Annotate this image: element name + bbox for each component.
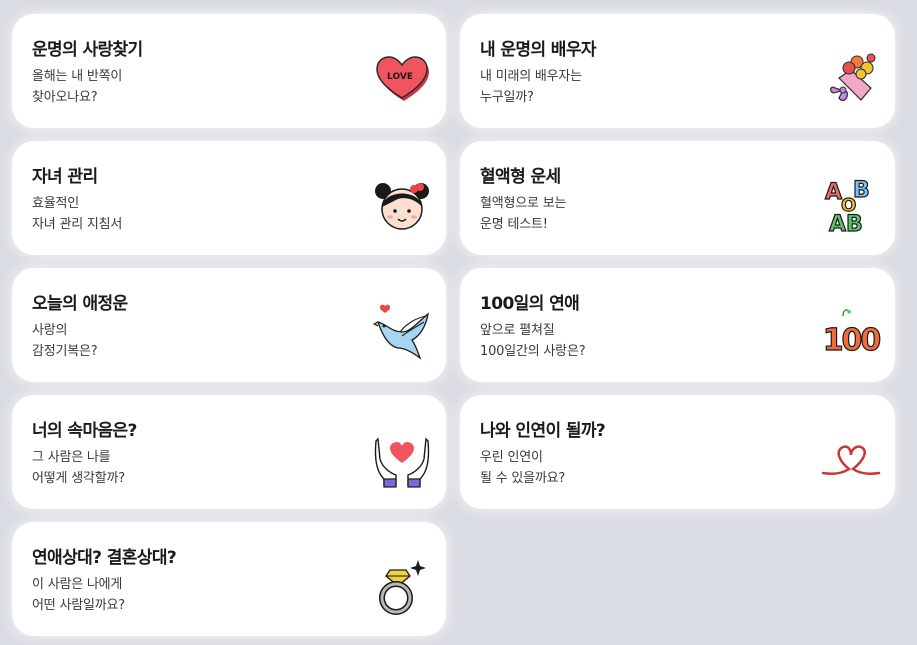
card-description: 그 사람은 나를 어떻게 생각할까? xyxy=(32,450,125,486)
card-description: 올해는 내 반쪽이 찾아오나요? xyxy=(32,69,123,105)
card-title: 혈액형 운세 xyxy=(480,167,561,187)
card-future-spouse[interactable]: 내 운명의 배우자 내 미래의 배우자는 누구일까? xyxy=(460,14,895,128)
card-title: 너의 속마음은? xyxy=(32,421,137,441)
card-title: 내 운명의 배우자 xyxy=(480,40,597,60)
love-heart-icon: LOVE xyxy=(372,48,432,108)
card-description: 내 미래의 배우자는 누구일까? xyxy=(480,69,582,105)
hundred-days-icon: 100 xyxy=(821,302,881,362)
flower-bouquet-icon xyxy=(821,48,881,108)
letter-ab: AB xyxy=(829,212,863,235)
card-description: 앞으로 펼쳐질 100일간의 사랑은? xyxy=(480,323,586,359)
fortune-card-grid: 운명의 사랑찾기 올해는 내 반쪽이 찾아오나요? LOVE 내 운명의 배우자… xyxy=(12,14,895,636)
card-inner-feelings[interactable]: 너의 속마음은? 그 사람은 나를 어떻게 생각할까? xyxy=(12,395,446,509)
card-title: 나와 인연이 될까? xyxy=(480,421,606,441)
card-love-finder[interactable]: 운명의 사랑찾기 올해는 내 반쪽이 찾아오나요? LOVE xyxy=(12,14,446,128)
card-description: 효율적인 자녀 관리 지침서 xyxy=(32,196,123,232)
card-title: 연애상대? 결혼상대? xyxy=(32,548,177,568)
card-title: 운명의 사랑찾기 xyxy=(32,40,143,60)
card-daily-love-fortune[interactable]: 오늘의 애정운 사랑의 감정기복은? xyxy=(12,268,446,382)
diamond-ring-icon xyxy=(372,556,432,616)
card-title: 100일의 연애 xyxy=(480,294,580,314)
card-hundred-days[interactable]: 100일의 연애 앞으로 펼쳐질 100일간의 사랑은? 100 xyxy=(460,268,895,382)
card-description: 이 사람은 나에게 어떤 사람일까요? xyxy=(32,577,125,613)
card-child-care[interactable]: 자녀 관리 효율적인 자녀 관리 지침서 xyxy=(12,141,446,255)
card-dating-or-marriage[interactable]: 연애상대? 결혼상대? 이 사람은 나에게 어떤 사람일까요? xyxy=(12,522,446,636)
card-title: 오늘의 애정운 xyxy=(32,294,128,314)
bird-with-heart-icon xyxy=(372,302,432,362)
hands-holding-heart-icon xyxy=(372,429,432,489)
card-description: 사랑의 감정기복은? xyxy=(32,323,98,359)
red-string-heart-icon xyxy=(821,429,881,489)
card-destined-relationship[interactable]: 나와 인연이 될까? 우린 인연이 될 수 있을까요? xyxy=(460,395,895,509)
hundred-number: 100 xyxy=(823,323,881,358)
letter-a: A xyxy=(825,180,842,205)
card-description: 우린 인연이 될 수 있을까요? xyxy=(480,450,566,486)
love-text: LOVE xyxy=(387,72,413,82)
card-description: 혈액형으로 보는 운명 테스트! xyxy=(480,196,567,232)
blood-type-letters-icon: A B O AB xyxy=(821,175,881,235)
card-title: 자녀 관리 xyxy=(32,167,98,187)
card-blood-type-fortune[interactable]: 혈액형 운세 혈액형으로 보는 운명 테스트! A B O AB xyxy=(460,141,895,255)
girl-face-icon xyxy=(372,175,432,235)
